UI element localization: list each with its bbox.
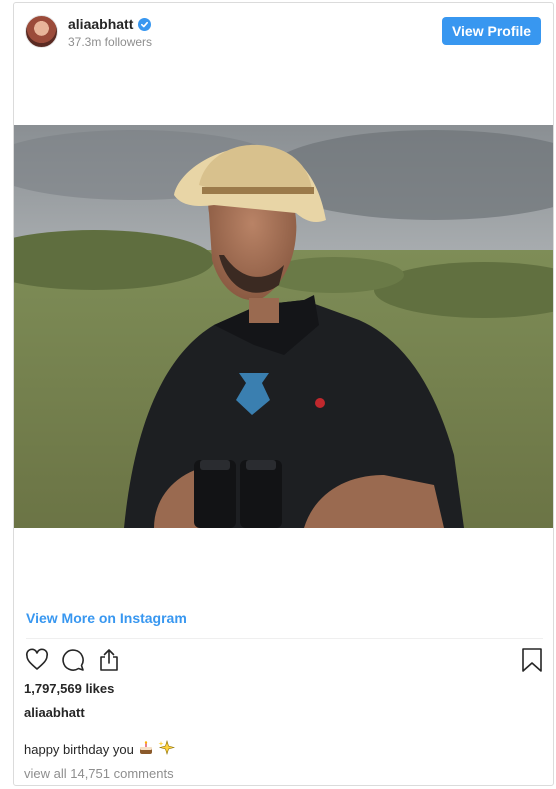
sparkles-emoji [158,739,175,759]
share-icon[interactable] [96,647,122,673]
username-row: aliaabhatt [68,16,152,32]
divider [26,638,543,639]
caption-text: happy birthday you [24,742,134,757]
post-photo[interactable] [14,125,553,528]
comment-icon[interactable] [60,647,86,673]
view-profile-button[interactable]: View Profile [442,17,541,45]
heart-icon[interactable] [24,647,50,673]
view-all-comments-link[interactable]: view all 14,751 comments [24,766,174,781]
like-count[interactable]: 1,797,569 likes [24,681,114,696]
bookmark-icon[interactable] [519,647,545,673]
post-header: aliaabhatt 37.3m followers View Profile [14,3,553,63]
instagram-embed: aliaabhatt 37.3m followers View Profile [13,2,554,786]
post-author[interactable]: aliaabhatt [24,705,85,720]
view-more-on-instagram-link[interactable]: View More on Instagram [26,610,187,626]
caption: happy birthday you [24,739,175,759]
action-bar [24,647,545,675]
follower-count: 37.3m followers [68,35,153,49]
username[interactable]: aliaabhatt [68,16,133,32]
avatar[interactable] [25,15,58,48]
photo-illustration [14,125,553,528]
verified-badge-icon [138,17,152,31]
cake-emoji [138,740,154,759]
